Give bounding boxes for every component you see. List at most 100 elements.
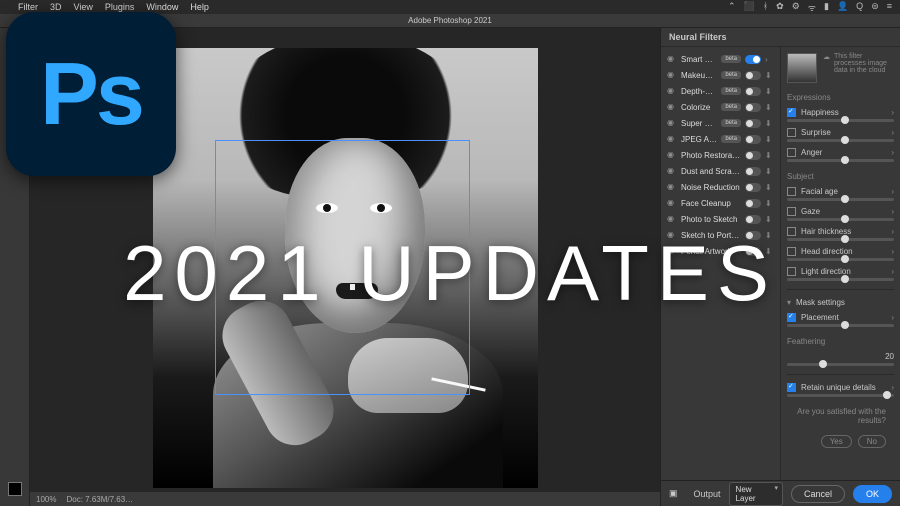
slider-checkbox[interactable] <box>787 383 796 392</box>
filter-row[interactable]: ◉Colorizebeta⬇ <box>661 99 780 115</box>
slider-thumb[interactable] <box>841 195 849 203</box>
filter-row[interactable]: ◉Photo to Sketch⬇ <box>661 211 780 227</box>
chevron-right-icon[interactable]: › <box>891 148 894 157</box>
slider-track[interactable] <box>787 139 894 142</box>
control-center-icon[interactable]: ⊜ <box>871 1 879 14</box>
filter-toggle[interactable] <box>745 215 761 224</box>
filter-toggle[interactable] <box>745 103 761 112</box>
slider-track[interactable] <box>787 363 894 366</box>
ok-button[interactable]: OK <box>853 485 892 503</box>
filter-row[interactable]: ◉Super Zoombeta⬇ <box>661 115 780 131</box>
slider-track[interactable] <box>787 119 894 122</box>
menu-plugins[interactable]: Plugins <box>105 2 135 12</box>
user-icon[interactable]: 👤 <box>837 1 848 14</box>
menu-filter[interactable]: Filter <box>18 2 38 12</box>
feedback-yes-button[interactable]: Yes <box>821 435 852 448</box>
chevron-right-icon[interactable]: › <box>891 128 894 137</box>
download-icon[interactable]: ⬇ <box>765 167 774 176</box>
status-icon[interactable]: ⚙ <box>792 1 800 14</box>
wifi-icon[interactable]: ᯤ <box>808 1 816 14</box>
download-icon[interactable]: ⬇ <box>765 183 774 192</box>
foreground-color-swatch[interactable] <box>8 482 22 496</box>
filter-row[interactable]: ◉JPEG Artifacts R…beta⬇ <box>661 131 780 147</box>
visibility-eye-icon[interactable]: ◉ <box>667 70 677 80</box>
zoom-level[interactable]: 100% <box>36 495 56 504</box>
menu-view[interactable]: View <box>74 2 93 12</box>
slider-thumb[interactable] <box>841 321 849 329</box>
download-icon[interactable]: ⬇ <box>765 103 774 112</box>
chevron-right-icon[interactable]: › <box>891 207 894 216</box>
menu-window[interactable]: Window <box>146 2 178 12</box>
download-icon[interactable]: ⬇ <box>765 151 774 160</box>
chevron-right-icon[interactable]: › <box>765 55 774 64</box>
filter-row[interactable]: ◉Noise Reduction⬇ <box>661 179 780 195</box>
chevron-right-icon[interactable]: › <box>891 187 894 196</box>
visibility-eye-icon[interactable]: ◉ <box>667 150 677 160</box>
slider-track[interactable] <box>787 198 894 201</box>
filter-toggle[interactable] <box>745 119 761 128</box>
filter-toggle[interactable] <box>745 87 761 96</box>
notification-center-icon[interactable]: ≡ <box>887 1 892 14</box>
status-icon[interactable]: ⌃ <box>728 1 736 14</box>
visibility-eye-icon[interactable]: ◉ <box>667 54 677 64</box>
slider-thumb[interactable] <box>841 116 849 124</box>
spotlight-icon[interactable]: Q <box>856 1 863 14</box>
preview-toggle-icon[interactable]: ▣ <box>669 488 678 499</box>
filter-toggle[interactable] <box>745 55 761 64</box>
slider-track[interactable] <box>787 394 894 397</box>
filter-toggle[interactable] <box>745 135 761 144</box>
visibility-eye-icon[interactable]: ◉ <box>667 198 677 208</box>
beta-badge: beta <box>721 135 741 143</box>
chevron-right-icon[interactable]: › <box>891 108 894 117</box>
filter-toggle[interactable] <box>745 71 761 80</box>
download-icon[interactable]: ⬇ <box>765 199 774 208</box>
cancel-button[interactable]: Cancel <box>791 485 845 503</box>
dropbox-icon[interactable]: ᚼ <box>763 1 768 14</box>
filter-toggle[interactable] <box>745 183 761 192</box>
menu-3d[interactable]: 3D <box>50 2 62 12</box>
filter-toggle[interactable] <box>745 151 761 160</box>
slider-thumb[interactable] <box>841 215 849 223</box>
filter-row[interactable]: ◉Photo Restoration⬇ <box>661 147 780 163</box>
slider-checkbox[interactable] <box>787 187 796 196</box>
visibility-eye-icon[interactable]: ◉ <box>667 134 677 144</box>
download-icon[interactable]: ⬇ <box>765 71 774 80</box>
slider-checkbox[interactable] <box>787 207 796 216</box>
slider-thumb[interactable] <box>841 156 849 164</box>
download-icon[interactable]: ⬇ <box>765 215 774 224</box>
slider-thumb[interactable] <box>841 136 849 144</box>
filter-row[interactable]: ◉Depth-Aware H…beta⬇ <box>661 83 780 99</box>
visibility-eye-icon[interactable]: ◉ <box>667 118 677 128</box>
slider-thumb[interactable] <box>883 391 891 399</box>
filter-toggle[interactable] <box>745 167 761 176</box>
slider-track[interactable] <box>787 218 894 221</box>
slider-gaze: Gaze› <box>787 207 894 221</box>
visibility-eye-icon[interactable]: ◉ <box>667 182 677 192</box>
feedback-no-button[interactable]: No <box>858 435 886 448</box>
output-dropdown[interactable]: New Layer <box>729 482 783 506</box>
filter-toggle[interactable] <box>745 199 761 208</box>
slider-thumb[interactable] <box>819 360 827 368</box>
download-icon[interactable]: ⬇ <box>765 119 774 128</box>
visibility-eye-icon[interactable]: ◉ <box>667 214 677 224</box>
chevron-right-icon[interactable]: › <box>891 383 894 392</box>
battery-icon[interactable]: ▮ <box>824 1 829 14</box>
slider-track[interactable] <box>787 159 894 162</box>
visibility-eye-icon[interactable]: ◉ <box>667 102 677 112</box>
slider-checkbox[interactable] <box>787 128 796 137</box>
filter-row[interactable]: ◉Makeup Transferbeta⬇ <box>661 67 780 83</box>
filter-row[interactable]: ◉Dust and Scratches⬇ <box>661 163 780 179</box>
visibility-eye-icon[interactable]: ◉ <box>667 86 677 96</box>
menu-help[interactable]: Help <box>190 2 209 12</box>
download-icon[interactable]: ⬇ <box>765 135 774 144</box>
slider-checkbox[interactable] <box>787 108 796 117</box>
slider-track[interactable] <box>787 324 894 327</box>
face-thumbnail[interactable] <box>787 53 817 83</box>
download-icon[interactable]: ⬇ <box>765 87 774 96</box>
slider-checkbox[interactable] <box>787 148 796 157</box>
status-icon[interactable]: ✿ <box>776 1 784 14</box>
filter-row[interactable]: ◉Face Cleanup⬇ <box>661 195 780 211</box>
status-icon[interactable]: ⬛ <box>744 1 755 14</box>
visibility-eye-icon[interactable]: ◉ <box>667 166 677 176</box>
filter-row[interactable]: ◉Smart Portraitbeta› <box>661 51 780 67</box>
